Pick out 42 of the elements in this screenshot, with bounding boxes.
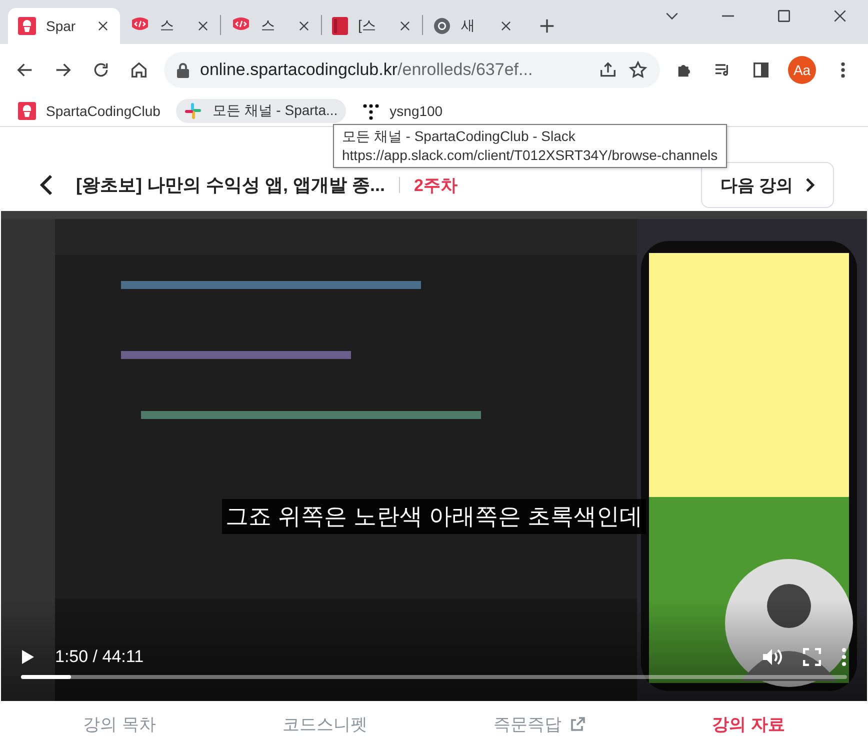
bookmark[interactable]: 모든 채널 - Sparta...	[176, 99, 346, 123]
chevron-right-icon	[805, 177, 815, 193]
bookmark[interactable]: SpartaCodingClub	[10, 99, 168, 123]
browser-tab[interactable]: 스	[120, 8, 220, 44]
subtitle: 그죠 위쪽은 노란색 아래쪽은 초록색인데	[222, 499, 646, 534]
more-icon[interactable]	[841, 648, 847, 666]
tab-favicon-icon	[18, 17, 36, 35]
close-icon[interactable]	[499, 19, 513, 33]
browser-tab[interactable]: Spar	[8, 8, 120, 44]
bookmark-favicon-icon	[362, 102, 380, 120]
close-icon[interactable]	[297, 19, 311, 33]
bookmark[interactable]: ysng100	[354, 99, 451, 123]
address-bar[interactable]: online.spartacodingclub.kr/enrolleds/637ef...	[164, 52, 660, 88]
browser-tab[interactable]: [스	[322, 8, 422, 44]
browser-tab[interactable]: 스	[221, 8, 321, 44]
video-time: 1:50 / 44:11	[55, 647, 144, 667]
progress-bar[interactable]	[21, 675, 847, 679]
back-chevron-icon[interactable]	[38, 173, 54, 197]
close-icon[interactable]	[398, 19, 412, 33]
maximize-icon[interactable]	[776, 8, 792, 24]
home-icon[interactable]	[129, 60, 149, 80]
tab-favicon-icon	[433, 17, 451, 35]
week-label: 2주차	[414, 174, 458, 196]
tab-favicon-icon	[332, 17, 348, 35]
star-icon[interactable]	[628, 60, 648, 80]
lock-icon	[176, 62, 190, 78]
bookmark-favicon-icon	[184, 102, 202, 120]
close-icon[interactable]	[196, 19, 210, 33]
tooltip-title: 모든 채널 - SpartaCodingClub - Slack	[342, 127, 576, 146]
profile-avatar[interactable]: Aa	[788, 56, 816, 84]
close-icon[interactable]	[96, 19, 110, 33]
next-lecture-button[interactable]: 다음 강의	[701, 162, 834, 208]
browser-tab[interactable]: 새	[423, 8, 523, 44]
tooltip-url: https://app.slack.com/client/T012XSRT34Y/browse-channels	[342, 146, 718, 165]
close-icon[interactable]	[832, 8, 848, 24]
url-text: online.spartacodingclub.kr/enrolleds/637ef...	[200, 60, 534, 80]
play-icon[interactable]	[21, 649, 35, 665]
fullscreen-icon[interactable]	[803, 648, 821, 666]
course-title: [왕초보] 나만의 수익성 앱, 앱개발 종...	[76, 174, 385, 197]
volume-icon[interactable]	[761, 647, 783, 667]
bookmark-favicon-icon	[18, 102, 36, 120]
lecture-tab[interactable]: 강의 자료	[702, 706, 795, 742]
